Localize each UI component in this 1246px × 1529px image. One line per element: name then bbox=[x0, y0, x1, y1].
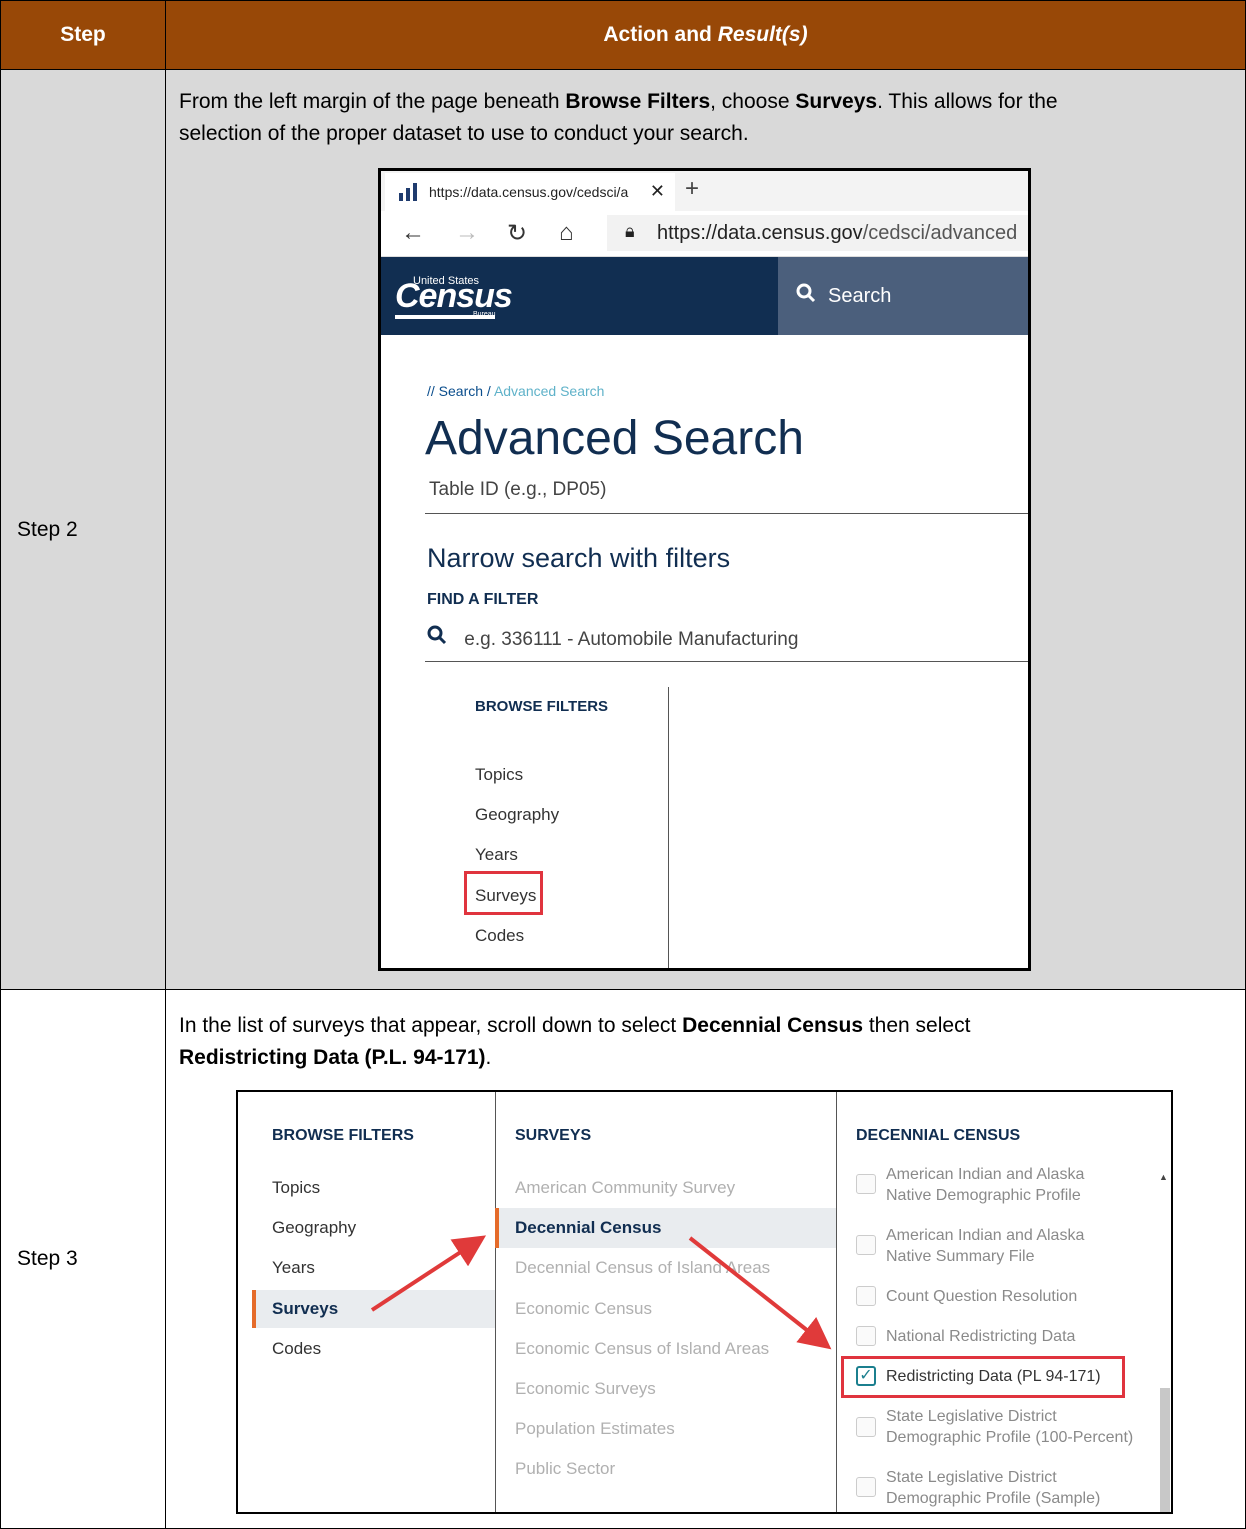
column-divider bbox=[668, 687, 669, 968]
find-filter-label: FIND A FILTER bbox=[427, 591, 539, 608]
browser-screenshot: https://data.census.gov/cedsci/a ✕ + ← →… bbox=[378, 168, 1031, 971]
step-3-instruction: In the list of surveys that appear, scro… bbox=[179, 1014, 971, 1069]
header-step-label: Step bbox=[60, 23, 106, 46]
browse-filters-title: BROWSE FILTERS bbox=[475, 698, 609, 715]
url-field[interactable]: 🔒︎ https://data.census.gov/cedsci/advanc… bbox=[607, 215, 1028, 251]
census-header: United States Census Bureau bbox=[381, 257, 778, 335]
step-3-cell: Step 3 bbox=[0, 989, 166, 1529]
forward-icon[interactable]: → bbox=[455, 219, 479, 247]
back-icon[interactable]: ← bbox=[401, 219, 425, 247]
header-action-label: Action and Result(s) bbox=[603, 23, 808, 46]
arrow-to-decennial bbox=[370, 1235, 487, 1312]
step-3-label: Step 3 bbox=[17, 1247, 78, 1270]
table-id-input[interactable]: Table ID (e.g., DP05) bbox=[429, 479, 606, 501]
filter-codes[interactable]: Codes bbox=[475, 926, 524, 946]
tab-bar: https://data.census.gov/cedsci/a ✕ + bbox=[381, 171, 1028, 211]
filter-years[interactable]: Years bbox=[475, 845, 518, 865]
lock-icon: 🔒︎ bbox=[625, 221, 635, 241]
step-2-instruction: From the left margin of the page beneath… bbox=[179, 90, 1058, 145]
page-title: Advanced Search bbox=[425, 412, 804, 465]
filter-search-input[interactable]: e.g. 336111 - Automobile Manufacturing bbox=[427, 625, 798, 651]
surveys-highlight-box bbox=[464, 871, 543, 915]
divider bbox=[425, 513, 1028, 514]
breadcrumb: // Search / Advanced Search bbox=[427, 383, 605, 399]
header-action-cell: Action and Result(s) bbox=[165, 0, 1246, 70]
search-icon bbox=[427, 625, 452, 650]
new-tab-icon[interactable]: + bbox=[685, 175, 699, 203]
header-step-cell: Step bbox=[0, 0, 166, 70]
tab-close-icon[interactable]: ✕ bbox=[650, 181, 665, 202]
step-2-label: Step 2 bbox=[17, 517, 78, 541]
filter-geography[interactable]: Geography bbox=[475, 805, 559, 825]
home-icon[interactable]: ⌂ bbox=[559, 219, 574, 247]
arrow-to-redistricting bbox=[688, 1236, 832, 1350]
breadcrumb-current: Advanced Search bbox=[493, 383, 605, 399]
header-search-button[interactable]: Search bbox=[778, 257, 1028, 335]
annotation-arrows bbox=[370, 1235, 832, 1350]
divider bbox=[425, 661, 1028, 662]
search-icon bbox=[796, 283, 816, 309]
browser-tab[interactable]: https://data.census.gov/cedsci/a ✕ bbox=[385, 173, 675, 211]
address-bar: ← → ↻ ⌂ 🔒︎ https://data.census.gov/cedsc… bbox=[381, 211, 1028, 257]
step-2-cell: Step 2 bbox=[0, 69, 166, 990]
filter-topics[interactable]: Topics bbox=[475, 765, 523, 785]
narrow-search-heading: Narrow search with filters bbox=[427, 543, 731, 573]
tab-title: https://data.census.gov/cedsci/a bbox=[429, 184, 629, 200]
census-favicon-icon bbox=[399, 183, 417, 201]
header-search-label: Search bbox=[828, 284, 892, 307]
filters-screenshot: BROWSE FILTERS Topics Geography Years Su… bbox=[236, 1090, 1173, 1514]
breadcrumb-search[interactable]: // Search bbox=[427, 383, 483, 399]
refresh-icon[interactable]: ↻ bbox=[507, 219, 527, 248]
